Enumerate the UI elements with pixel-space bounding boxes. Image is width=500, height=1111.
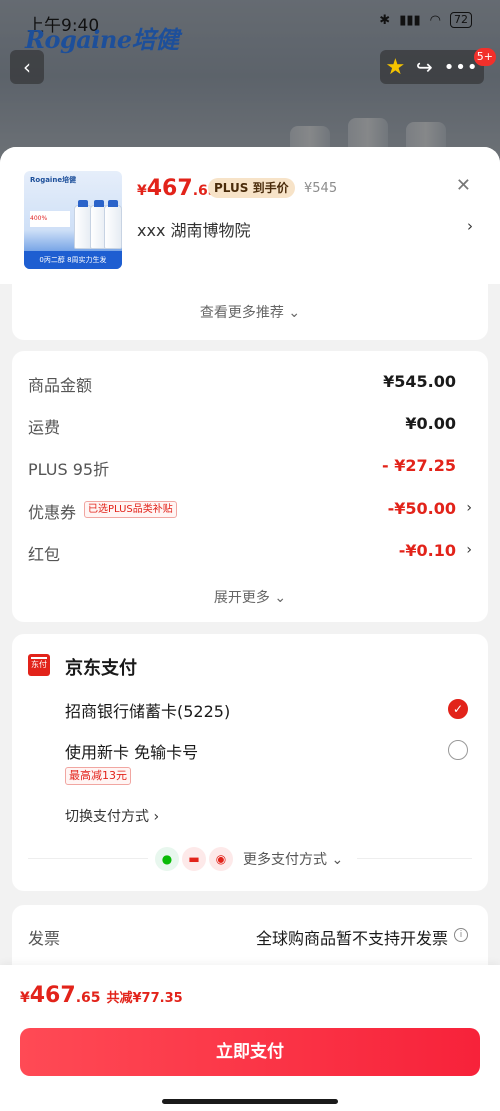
message-badge: 5+ xyxy=(473,48,496,66)
battery-icon: 72 xyxy=(450,12,472,28)
more-icon[interactable]: ••• xyxy=(444,57,479,78)
share-icon[interactable]: ↪ xyxy=(416,55,433,79)
star-icon[interactable]: ★ xyxy=(385,55,405,80)
radio-empty-icon[interactable] xyxy=(448,740,468,760)
home-indicator[interactable] xyxy=(162,1099,338,1104)
product-image-band: 0丙二醇 8周实力生发 xyxy=(24,251,122,269)
more-payment-label: 更多支付方式 ⌄ xyxy=(243,852,344,868)
back-button[interactable]: ‹ xyxy=(10,50,44,84)
invoice-label: 发票 xyxy=(28,929,61,948)
amount-row-subtotal: 商品金额 ¥545.00 xyxy=(28,369,472,399)
bottom-bar: ¥ 467 .65 共减¥77.35 立即支付 xyxy=(0,965,500,1111)
amount-label: 运费 xyxy=(28,418,61,437)
amount-value: -¥50.00 xyxy=(387,499,456,518)
amount-value: ¥545.00 xyxy=(383,372,456,391)
pay-now-button[interactable]: 立即支付 xyxy=(20,1028,480,1076)
bank-card-icon: ▬ xyxy=(182,847,206,871)
amount-row-plus-discount: PLUS 95折 - ¥27.25 xyxy=(28,453,472,483)
status-icons: ✱ ▮▮▮ ◠ 72 xyxy=(379,12,472,28)
original-price: ¥545 xyxy=(304,181,338,196)
plus-price-tag: PLUS 到手价 xyxy=(208,178,295,198)
amount-row-coupon[interactable]: 优惠券 已选PLUS品类补贴 -¥50.00 › xyxy=(28,496,472,526)
product-header: Rogaine培健 400% 0丙二醇 8周实力生发 ¥ 467 .65 PLU… xyxy=(0,147,500,284)
more-payment-row[interactable]: ● ▬ ◉ 更多支付方式 ⌄ xyxy=(12,844,488,874)
jd-pay-icon: 东付 xyxy=(28,654,50,676)
product-image-logo: Rogaine培健 xyxy=(30,176,77,184)
chevron-right-icon[interactable]: › xyxy=(467,217,473,235)
total-price: ¥ 467 .65 共减¥77.35 xyxy=(20,983,183,1008)
bluetooth-icon: ✱ xyxy=(379,12,391,28)
price-currency: ¥ xyxy=(137,183,147,199)
payment-option-card[interactable]: 招商银行储蓄卡(5225) xyxy=(65,698,230,722)
amount-summary: 商品金额 ¥545.00 运费 ¥0.00 PLUS 95折 - ¥27.25 … xyxy=(12,351,488,622)
product-price: ¥ 467 .65 xyxy=(137,176,218,201)
product-image: Rogaine培健 400% 0丙二醇 8周实力生发 xyxy=(24,171,122,269)
switch-payment-button[interactable]: 切换支付方式 › xyxy=(65,806,159,826)
invoice-row: 发票 全球购商品暂不支持开发票 i xyxy=(12,905,488,965)
expand-more-button[interactable]: 展开更多 ⌄ xyxy=(12,587,488,607)
top-action-bar: ★ ↪ ••• xyxy=(380,50,484,84)
payment-option-new-card[interactable]: 使用新卡 免输卡号 xyxy=(65,739,198,763)
more-recommend[interactable]: 查看更多推荐 ⌄ xyxy=(12,284,488,340)
close-icon[interactable]: ✕ xyxy=(456,175,471,196)
payment-section: 东付 京东支付 招商银行储蓄卡(5225) ✓ 使用新卡 免输卡号 最高减13元… xyxy=(12,634,488,891)
chevron-right-icon[interactable]: › xyxy=(466,542,472,558)
coupon-tag: 已选PLUS品类补贴 xyxy=(84,501,177,518)
checkout-sheet: Rogaine培健 400% 0丙二醇 8周实力生发 ¥ 467 .65 PLU… xyxy=(0,147,500,1111)
amount-row-shipping: 运费 ¥0.00 xyxy=(28,411,472,441)
payment-title: 京东支付 xyxy=(65,658,137,679)
radio-checked-icon[interactable]: ✓ xyxy=(448,699,468,719)
amount-label: PLUS 95折 xyxy=(28,460,110,479)
price-integer: 467 xyxy=(146,176,193,201)
total-integer: 467 xyxy=(29,983,76,1008)
amount-label: 优惠券 xyxy=(28,503,77,522)
product-image-promo: 400% xyxy=(30,211,70,227)
amount-value: - ¥27.25 xyxy=(382,456,456,475)
amount-label: 商品金额 xyxy=(28,376,93,395)
info-icon[interactable]: i xyxy=(454,928,468,942)
reduce-tag: 最高减13元 xyxy=(65,767,131,785)
wechat-pay-icon: ● xyxy=(155,847,179,871)
total-currency: ¥ xyxy=(20,990,30,1006)
amount-row-red-packet[interactable]: 红包 -¥0.10 › xyxy=(28,538,472,568)
more-recommend-label: 查看更多推荐 ⌄ xyxy=(199,305,301,321)
total-discount: 共减¥77.35 xyxy=(106,991,183,1006)
total-decimal: .65 xyxy=(75,990,101,1006)
store-name[interactable]: xxx 湖南博物院 xyxy=(137,217,251,241)
signal-icon: ▮▮▮ xyxy=(399,12,421,28)
amount-label: 红包 xyxy=(28,545,61,564)
invoice-value: 全球购商品暂不支持开发票 xyxy=(255,929,448,948)
brand-logo: Rogaine培健 xyxy=(25,25,179,54)
wifi-icon: ◠ xyxy=(429,12,441,28)
chevron-left-icon: ‹ xyxy=(23,55,31,79)
amount-value: ¥0.00 xyxy=(405,414,456,433)
coupon-pay-icon: ◉ xyxy=(209,847,233,871)
amount-value: -¥0.10 xyxy=(398,541,456,560)
chevron-right-icon[interactable]: › xyxy=(466,500,472,516)
